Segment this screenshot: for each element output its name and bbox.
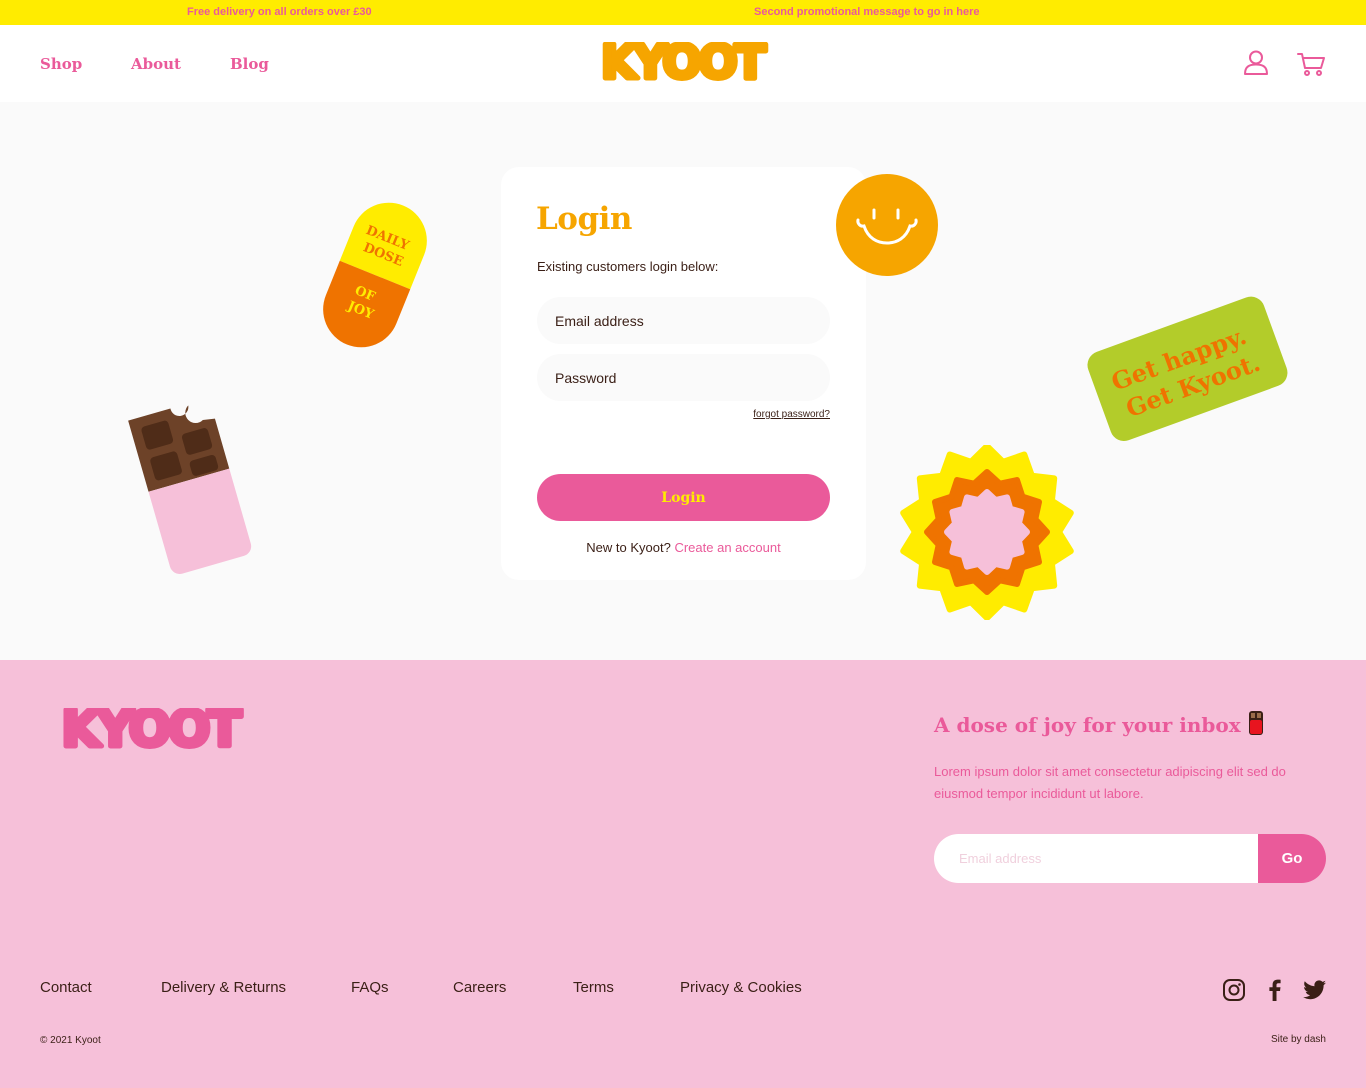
create-account-link[interactable]: Create an account <box>674 540 780 555</box>
site-header: Shop About Blog KYOOT <box>0 25 1366 102</box>
nav-blog[interactable]: Blog <box>230 55 269 73</box>
forgot-password-link[interactable]: forgot password? <box>753 409 830 420</box>
promo-message-1: Free delivery on all orders over £30 <box>187 6 372 18</box>
nav-shop[interactable]: Shop <box>40 55 82 73</box>
login-title: Login <box>536 201 632 237</box>
promo-bar: Free delivery on all orders over £30 Sec… <box>0 0 1366 25</box>
footer-link-privacy-cookies[interactable]: Privacy & Cookies <box>680 979 802 996</box>
footer-link-contact[interactable]: Contact <box>40 979 92 996</box>
email-field[interactable] <box>537 297 830 344</box>
newsletter-title-text: A dose of joy for your inbox <box>934 713 1241 737</box>
newsletter-go-button[interactable]: Go <box>1258 834 1326 883</box>
daily-dose-pill-sticker: DAILY DOSE OF JOY <box>323 202 427 348</box>
footer-link-terms[interactable]: Terms <box>573 979 614 996</box>
login-section: DAILY DOSE OF JOY Login Existing custome… <box>0 102 1366 660</box>
site-credit-text: Site by dash <box>1270 1034 1326 1045</box>
footer-link-faqs[interactable]: FAQs <box>351 979 389 996</box>
chocolate-bar-sticker <box>128 405 252 574</box>
instagram-icon[interactable] <box>1222 978 1246 1002</box>
promo-message-2: Second promotional message to go in here <box>754 6 980 18</box>
login-card: Login Existing customers login below: fo… <box>501 167 866 580</box>
signup-prefix: New to Kyoot? <box>586 540 671 555</box>
svg-text:KYOOT: KYOOT <box>601 42 767 84</box>
newsletter-title: A dose of joy for your inbox <box>934 710 1265 737</box>
burst-shapes <box>900 445 1074 620</box>
starburst-sticker <box>900 445 1074 620</box>
footer-link-delivery-returns[interactable]: Delivery & Returns <box>161 979 286 996</box>
facebook-icon[interactable] <box>1263 978 1287 1002</box>
nav-about[interactable]: About <box>131 55 181 73</box>
chocolate-icon <box>1248 711 1263 735</box>
get-happy-badge-sticker: Get happy. Get Kyoot. <box>1087 296 1288 442</box>
smiley-sticker <box>836 174 938 276</box>
svg-text:KYOOT: KYOOT <box>61 708 241 752</box>
signup-prompt: New to Kyoot? Create an account <box>501 540 866 555</box>
twitter-icon[interactable] <box>1303 978 1327 1002</box>
user-icon[interactable] <box>1241 48 1271 78</box>
password-field[interactable] <box>537 354 830 401</box>
login-button[interactable]: Login <box>537 474 830 521</box>
newsletter-text: Lorem ipsum dolor sit amet consectetur a… <box>934 764 1286 801</box>
kyoot-logo[interactable]: KYOOT <box>584 42 780 84</box>
login-subtitle: Existing customers login below: <box>537 259 719 274</box>
copyright-text: © 2021 Kyoot <box>40 1035 101 1046</box>
site-footer: KYOOT A dose of joy for your inbox Lorem… <box>0 660 1366 1088</box>
kyoot-footer-logo[interactable]: KYOOT <box>38 708 262 752</box>
newsletter-email-field[interactable] <box>934 834 1264 883</box>
cart-icon[interactable] <box>1296 48 1326 78</box>
footer-link-careers[interactable]: Careers <box>453 979 506 996</box>
